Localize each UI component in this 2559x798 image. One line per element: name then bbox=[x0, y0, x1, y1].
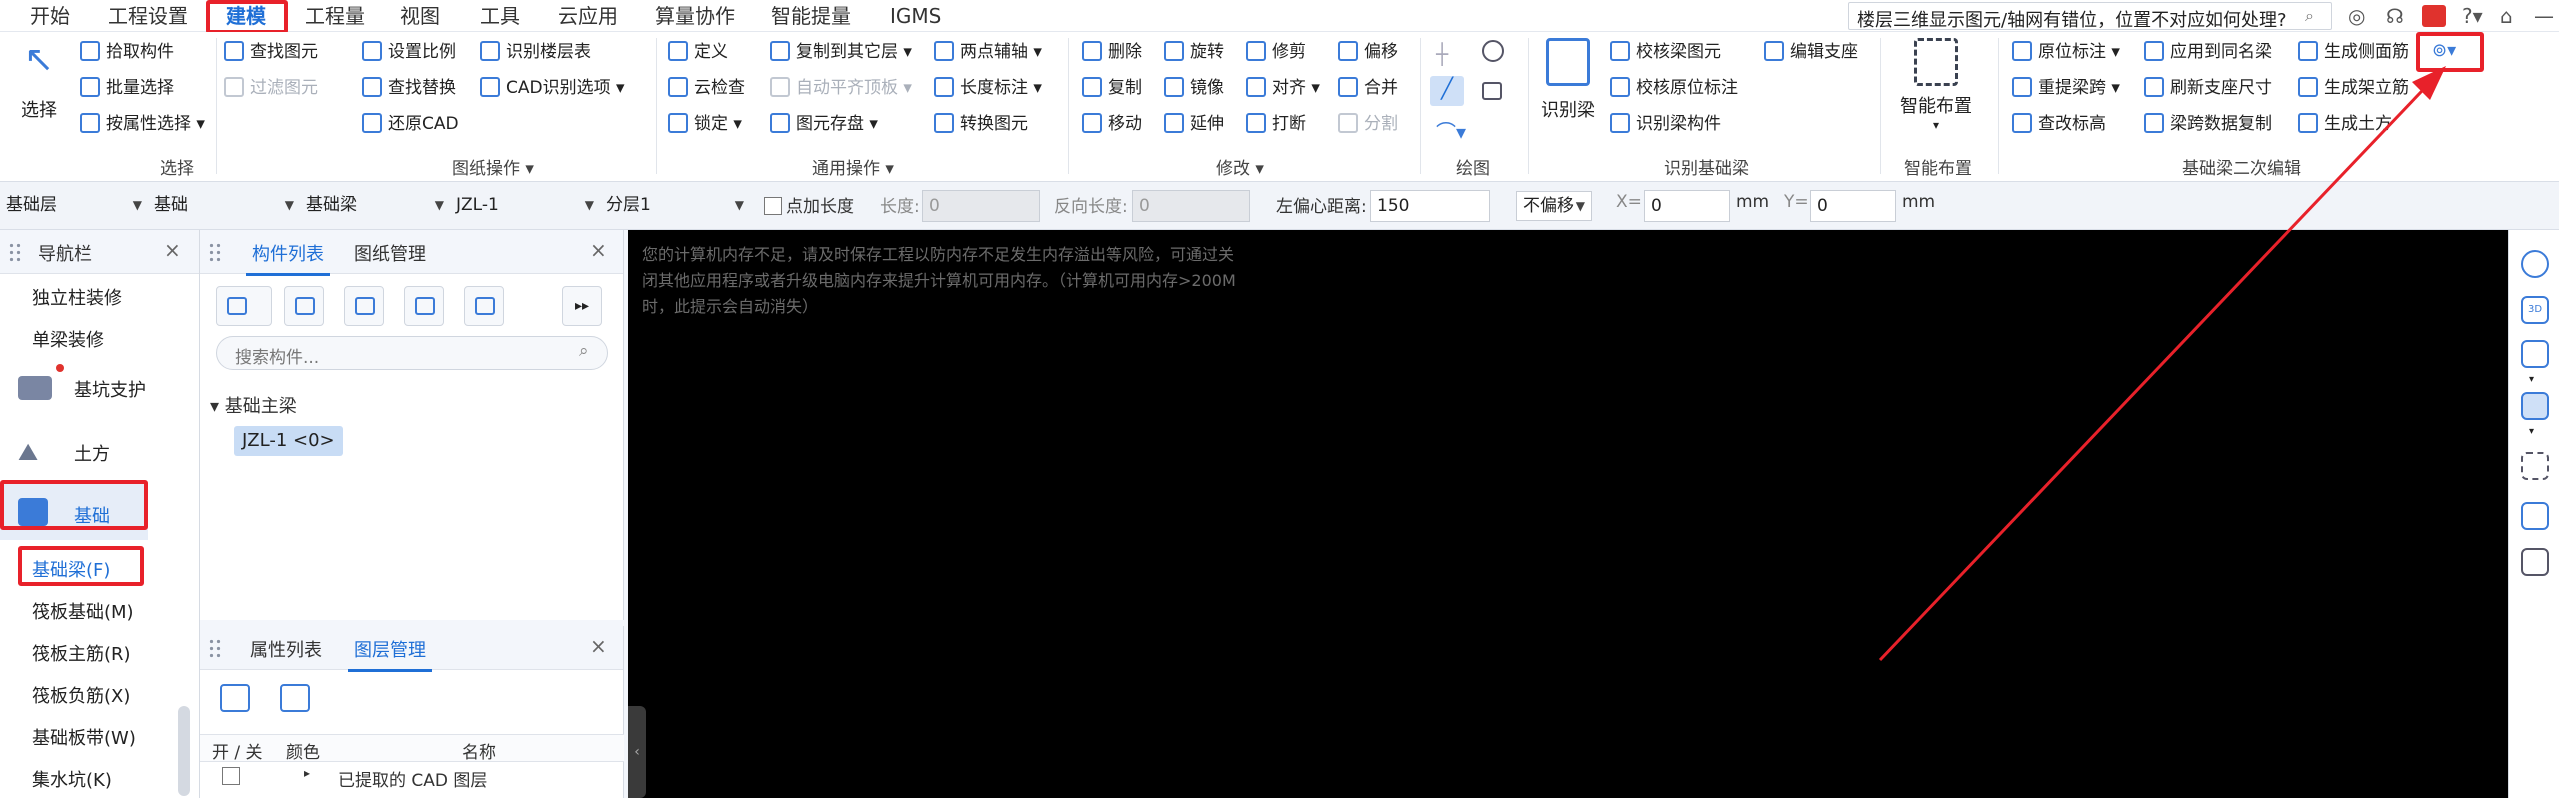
cube-view-icon[interactable] bbox=[2521, 340, 2549, 368]
chevron-down-icon[interactable]: ▾ bbox=[2529, 374, 2534, 385]
fit-view-icon[interactable] bbox=[2521, 452, 2549, 480]
annotation-arrow bbox=[1878, 66, 2446, 662]
orbit-icon[interactable] bbox=[2521, 250, 2549, 278]
box-select-icon[interactable] bbox=[2521, 502, 2549, 530]
display-mode-icon[interactable] bbox=[2521, 392, 2549, 420]
chevron-down-icon[interactable]: ▾ bbox=[2529, 426, 2534, 437]
arrow-line bbox=[1878, 70, 2442, 662]
right-view-toolbar: 3D ▾ ▾ bbox=[2508, 230, 2559, 798]
properties-icon[interactable] bbox=[2521, 548, 2549, 576]
3d-view-icon[interactable]: 3D bbox=[2521, 296, 2549, 324]
